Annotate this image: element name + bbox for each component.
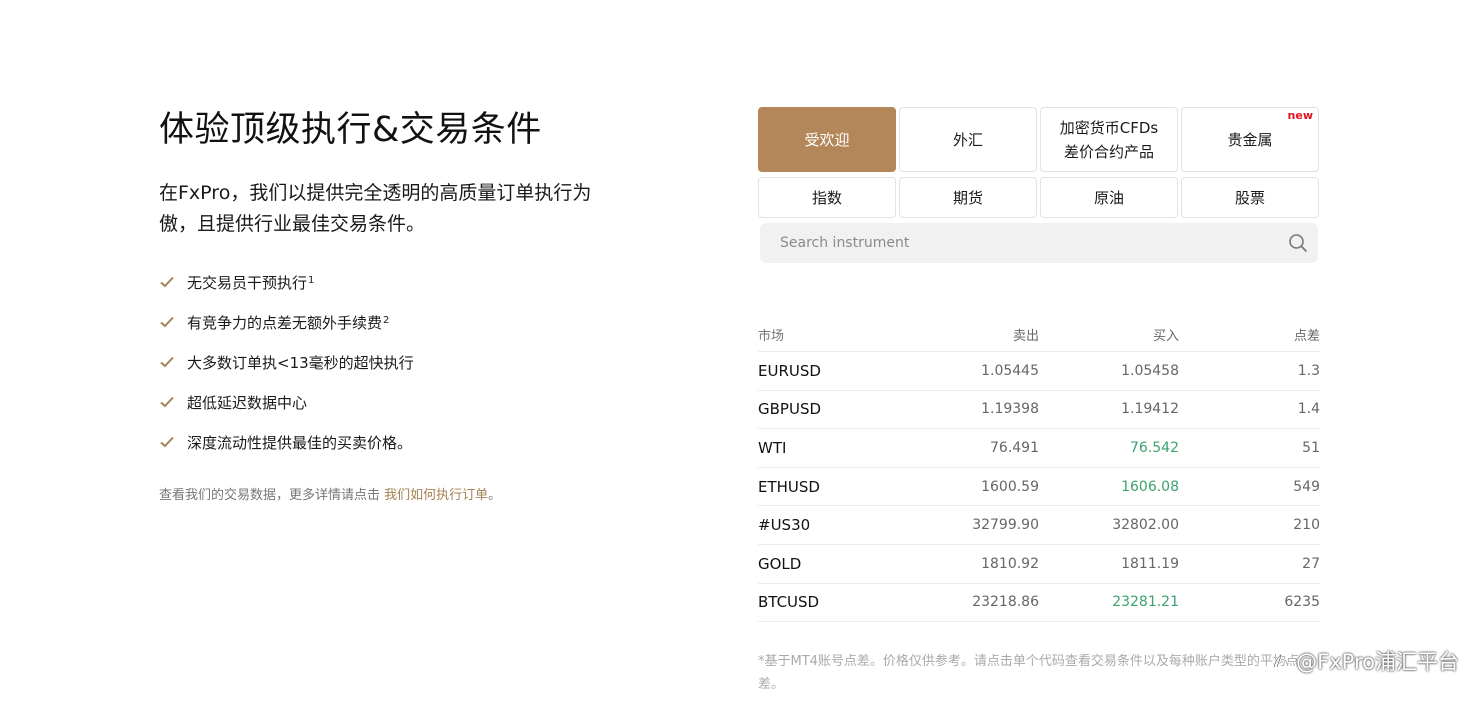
table-row[interactable]: BTCUSD 23218.86 23281.21 6235 [758, 584, 1320, 623]
spread-value: 1.3 [1297, 362, 1320, 379]
feature-sup: 1 [308, 274, 315, 286]
feature-text: 深度流动性提供最佳的买卖价格。 [187, 433, 413, 452]
tab-stocks[interactable]: 股票 [1181, 177, 1319, 218]
table-row[interactable]: #US30 32799.90 32802.00 210 [758, 506, 1320, 545]
spread-disclaimer: *基于MT4账号点差。价格仅供参考。请点击单个代码查看交易条件以及每种账户类型的… [758, 654, 1299, 693]
feature-list: 无交易员干预执行 1 有竞争力的点差无额外手续费 2 大多数订单执<13毫秒的超快执… [159, 262, 639, 462]
header-buy: 买入 [1152, 328, 1179, 344]
header-spread: 点差 [1293, 328, 1320, 344]
check-icon [160, 356, 174, 368]
feature-item: 超低延迟数据中心 [159, 382, 639, 422]
sell-price: 1.19398 [981, 401, 1039, 418]
how-we-execute-link[interactable]: 我们如何执行订单 [384, 488, 488, 503]
spread-value: 210 [1293, 517, 1320, 534]
feature-sup: 2 [383, 314, 390, 326]
table-row[interactable]: WTI 76.491 76.542 51 [758, 429, 1320, 468]
table-row[interactable]: GOLD 1810.92 1811.19 27 [758, 545, 1320, 584]
market-symbol: BTCUSD [758, 593, 820, 612]
tab-crypto[interactable]: 加密货币CFDs 差价合约产品 [1040, 107, 1178, 172]
buy-price: 1811.19 [1121, 555, 1179, 572]
tab-label: 期货 [952, 188, 983, 207]
buy-price: 76.542 [1130, 439, 1179, 456]
table-row[interactable]: ETHUSD 1600.59 1606.08 549 [758, 468, 1320, 507]
sell-price: 1.05445 [981, 362, 1039, 379]
sell-price: 1810.92 [981, 555, 1039, 572]
table-row[interactable]: GBPUSD 1.19398 1.19412 1.4 [758, 391, 1320, 430]
page-title: 体验顶级执行&交易条件 [159, 110, 542, 150]
feature-item: 大多数订单执<13毫秒的超快执行 [159, 342, 639, 382]
market-symbol: GBPUSD [758, 400, 822, 419]
check-icon [160, 276, 174, 288]
header-sell: 卖出 [1012, 328, 1039, 344]
buy-price: 1606.08 [1121, 478, 1179, 495]
hero-section: 体验顶级执行&交易条件 在FxPro，我们以提供完全透明的高质量订单执行为傲，且… [159, 106, 639, 503]
market-symbol: WTI [758, 438, 787, 457]
tab-forex[interactable]: 外汇 [899, 107, 1037, 172]
feature-text: 超低延迟数据中心 [187, 393, 308, 412]
footnote-end: 。 [488, 488, 502, 503]
tab-label-line2: 差价合约产品 [1063, 142, 1154, 161]
buy-price: 1.05458 [1121, 362, 1179, 379]
sell-price: 32799.90 [972, 517, 1039, 534]
feature-item: 无交易员干预执行 1 [159, 262, 639, 302]
footnote-text: 查看我们的交易数据，更多详情请点击 [159, 488, 381, 503]
buy-price: 32802.00 [1112, 517, 1179, 534]
execution-footnote: 查看我们的交易数据，更多详情请点击 我们如何执行订单。 [159, 484, 639, 503]
market-symbol: EURUSD [758, 361, 821, 380]
feature-text: 大多数订单执<13毫秒的超快执行 [187, 353, 414, 372]
watermark: @FxPro浦汇平台 [1270, 646, 1459, 676]
spread-value: 6235 [1284, 594, 1320, 611]
sell-price: 1600.59 [981, 478, 1039, 495]
tab-oil[interactable]: 原油 [1040, 177, 1178, 218]
spread-value: 1.4 [1297, 401, 1320, 418]
category-tabs: 受欢迎 外汇 加密货币CFDs 差价合约产品 new 贵金属 指数 期货 原油 … [758, 107, 1320, 218]
watermark-text: @FxPro浦汇平台 [1296, 650, 1459, 674]
market-symbol: GOLD [758, 554, 802, 573]
tab-indices[interactable]: 指数 [758, 177, 896, 218]
price-table: 市场 卖出 买入 点差 EURUSD 1.05445 1.05458 1.3 G… [758, 317, 1320, 623]
table-header: 市场 卖出 买入 点差 [758, 317, 1320, 352]
search-input[interactable] [780, 235, 1288, 251]
search-icon[interactable] [1288, 233, 1308, 253]
tab-label: 受欢迎 [804, 130, 850, 149]
sell-price: 76.491 [990, 439, 1039, 456]
header-market: 市场 [758, 328, 785, 344]
spread-value: 51 [1302, 439, 1320, 456]
tab-label: 指数 [811, 188, 842, 207]
tab-label: 外汇 [952, 130, 983, 149]
instrument-panel: 受欢迎 外汇 加密货币CFDs 差价合约产品 new 贵金属 指数 期货 原油 … [758, 107, 1320, 696]
check-icon [160, 316, 174, 328]
feature-item: 有竞争力的点差无额外手续费 2 [159, 302, 639, 342]
tab-popular[interactable]: 受欢迎 [758, 107, 896, 172]
tab-futures[interactable]: 期货 [899, 177, 1037, 218]
tab-label: 股票 [1234, 188, 1265, 207]
market-symbol: #US30 [758, 516, 811, 535]
buy-price: 23281.21 [1112, 594, 1179, 611]
tab-label-line1: 加密货币CFDs [1059, 118, 1159, 137]
spread-value: 27 [1302, 555, 1320, 572]
check-icon [160, 436, 174, 448]
sell-price: 23218.86 [972, 594, 1039, 611]
spread-value: 549 [1293, 478, 1320, 495]
search-bar [760, 223, 1318, 263]
tab-label: 贵金属 [1227, 130, 1273, 149]
buy-price: 1.19412 [1121, 401, 1179, 418]
intro-text: 在FxPro，我们以提供完全透明的高质量订单执行为傲，且提供行业最佳交易条件。 [159, 182, 592, 235]
tab-label: 加密货币CFDs 差价合约产品 [1060, 116, 1158, 164]
feature-text: 无交易员干预执行 [187, 273, 308, 292]
feature-item: 深度流动性提供最佳的买卖价格。 [159, 422, 639, 462]
table-row[interactable]: EURUSD 1.05445 1.05458 1.3 [758, 352, 1320, 391]
new-badge: new [1287, 109, 1313, 122]
tab-metals[interactable]: new 贵金属 [1181, 107, 1319, 172]
check-icon [160, 396, 174, 408]
zhihu-logo-icon [1273, 652, 1290, 668]
tab-label: 原油 [1093, 188, 1124, 207]
feature-text: 有竞争力的点差无额外手续费 [187, 313, 383, 332]
market-symbol: ETHUSD [758, 477, 820, 496]
